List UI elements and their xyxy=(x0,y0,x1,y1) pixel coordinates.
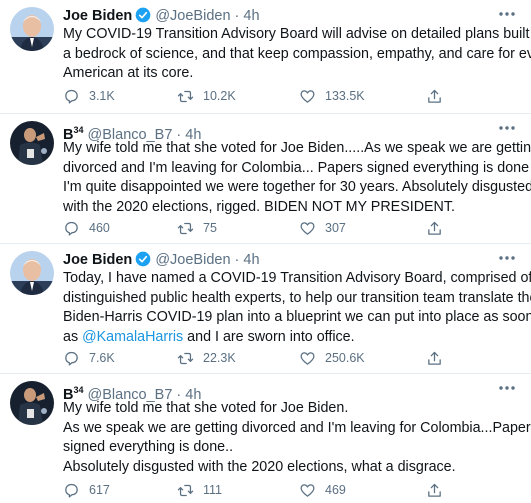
display-name[interactable]: Joe Biden xyxy=(63,8,132,24)
user-handle[interactable]: @JoeBiden xyxy=(155,8,230,24)
share-icon xyxy=(428,351,441,365)
verified-badge-icon xyxy=(135,7,151,23)
tweet-text: My wife told me that she voted for Joe B… xyxy=(63,399,531,477)
tweet-text-line: signed everything is done.. xyxy=(63,439,234,455)
name-superscript: 34 xyxy=(73,385,84,395)
tweet-text-line: American at its core. xyxy=(63,65,194,81)
share-button[interactable] xyxy=(426,481,452,499)
tweet-header: Joe Biden @JoeBiden · 4h xyxy=(63,250,481,270)
tweet-text-line: with the 2020 elections, rigged. BIDEN N… xyxy=(63,198,456,215)
reply-button[interactable]: 617 xyxy=(63,481,110,499)
tweet-actions: 3.1K 10.2K 133.5K xyxy=(63,87,463,105)
user-handle[interactable]: @JoeBiden xyxy=(155,252,230,268)
like-button[interactable]: 133.5K xyxy=(299,87,365,105)
reply-icon xyxy=(65,221,78,236)
retweet-button[interactable]: 10.2K xyxy=(177,87,236,105)
retweet-button[interactable]: 22.3K xyxy=(177,349,236,367)
retweet-icon xyxy=(177,222,194,234)
tweet-text-line: My wife told me that she voted for Joe B… xyxy=(63,400,349,416)
timestamp[interactable]: 4h xyxy=(243,8,259,24)
share-icon xyxy=(428,483,441,497)
like-button[interactable]: 307 xyxy=(299,219,346,237)
tweet-text-line: Today, I have named a COVID-19 Transitio… xyxy=(63,270,531,286)
tweet[interactable]: B34 @Blanco_B7 · 4h My wife told me that… xyxy=(0,374,531,503)
like-count: 133.5K xyxy=(325,89,365,103)
share-icon xyxy=(428,89,441,103)
name-superscript: 34 xyxy=(73,125,84,135)
retweet-icon xyxy=(177,90,194,102)
tweet[interactable]: B34 @Blanco_B7 · 4h My wife told me that… xyxy=(0,114,531,244)
avatar[interactable] xyxy=(10,7,54,51)
retweet-button[interactable]: 111 xyxy=(177,481,222,499)
retweet-count: 10.2K xyxy=(203,89,236,103)
more-icon[interactable] xyxy=(495,4,519,24)
tweet-actions: 460 75 307 xyxy=(63,219,463,237)
separator-dot: · xyxy=(234,252,240,268)
tweet-text-line: a bedrock of science, and that keep comp… xyxy=(63,45,531,62)
like-button[interactable]: 469 xyxy=(299,481,346,499)
tweet-text-line: I'm quite disappointed we were together … xyxy=(63,179,531,195)
like-count: 307 xyxy=(325,221,346,235)
retweet-count: 75 xyxy=(203,221,217,235)
tweet-text: Today, I have named a COVID-19 Transitio… xyxy=(63,269,531,347)
retweet-count: 22.3K xyxy=(203,351,236,365)
tweet-text-line: Biden-Harris COVID-19 plan into a bluepr… xyxy=(63,309,531,325)
tweet-text-line: My wife told me that she voted for Joe B… xyxy=(63,140,531,156)
tweet[interactable]: Joe Biden @JoeBiden · 4h My COVID-19 Tra… xyxy=(0,0,531,114)
tweet-feed: Joe Biden @JoeBiden · 4h My COVID-19 Tra… xyxy=(0,0,531,503)
tweet-actions: 7.6K 22.3K 250.6K xyxy=(63,349,463,367)
avatar[interactable] xyxy=(10,121,54,165)
reply-count: 460 xyxy=(89,221,110,235)
like-icon xyxy=(300,483,315,497)
mention-link[interactable]: @KamalaHarris xyxy=(82,329,183,345)
like-icon xyxy=(300,89,315,103)
tweet-header: Joe Biden @JoeBiden · 4h xyxy=(63,6,481,26)
retweet-icon xyxy=(177,484,194,496)
like-count: 250.6K xyxy=(325,351,365,365)
like-button[interactable]: 250.6K xyxy=(299,349,365,367)
more-icon[interactable] xyxy=(495,248,519,268)
tweet-header: B34 @Blanco_B7 · 4h xyxy=(63,120,481,143)
tweet-text-line: divorced and I'm leaving for Colombia...… xyxy=(63,159,530,176)
tweet-text-line: distinguished public health experts, to … xyxy=(63,289,531,306)
separator-dot: · xyxy=(234,8,240,24)
reply-icon xyxy=(65,351,78,366)
like-count: 469 xyxy=(325,483,346,497)
reply-count: 7.6K xyxy=(89,351,115,365)
avatar[interactable] xyxy=(10,251,54,295)
reply-button[interactable]: 7.6K xyxy=(63,349,115,367)
share-button[interactable] xyxy=(426,219,452,237)
tweet-header: B34 @Blanco_B7 · 4h xyxy=(63,380,481,403)
share-icon xyxy=(428,221,441,235)
reply-button[interactable]: 3.1K xyxy=(63,87,115,105)
retweet-icon xyxy=(177,352,194,364)
tweet-text-line: Absolutely disgusted with the 2020 elect… xyxy=(63,458,456,475)
share-button[interactable] xyxy=(426,87,452,105)
reply-count: 3.1K xyxy=(89,89,115,103)
reply-icon xyxy=(65,89,78,104)
like-icon xyxy=(300,351,315,365)
retweet-button[interactable]: 75 xyxy=(177,219,217,237)
like-icon xyxy=(300,221,315,235)
tweet-text-line: as @KamalaHarris and I are sworn into of… xyxy=(63,328,355,345)
more-icon[interactable] xyxy=(495,378,519,398)
display-name[interactable]: Joe Biden xyxy=(63,252,132,268)
tweet-actions: 617 111 469 xyxy=(63,481,463,499)
tweet[interactable]: Joe Biden @JoeBiden · 4h Today, I have n… xyxy=(0,244,531,374)
tweet-text-line: My COVID-19 Transition Advisory Board wi… xyxy=(63,26,531,42)
reply-button[interactable]: 460 xyxy=(63,219,110,237)
retweet-count: 111 xyxy=(203,483,223,497)
reply-count: 617 xyxy=(89,483,110,497)
share-button[interactable] xyxy=(426,349,452,367)
tweet-text: My COVID-19 Transition Advisory Board wi… xyxy=(63,25,531,84)
reply-icon xyxy=(65,483,78,498)
verified-badge-icon xyxy=(135,251,151,267)
timestamp[interactable]: 4h xyxy=(243,252,259,268)
tweet-text: My wife told me that she voted for Joe B… xyxy=(63,139,531,217)
tweet-text-line: As we speak we are getting divorced and … xyxy=(63,419,531,436)
avatar[interactable] xyxy=(10,381,54,425)
more-icon[interactable] xyxy=(495,118,519,138)
